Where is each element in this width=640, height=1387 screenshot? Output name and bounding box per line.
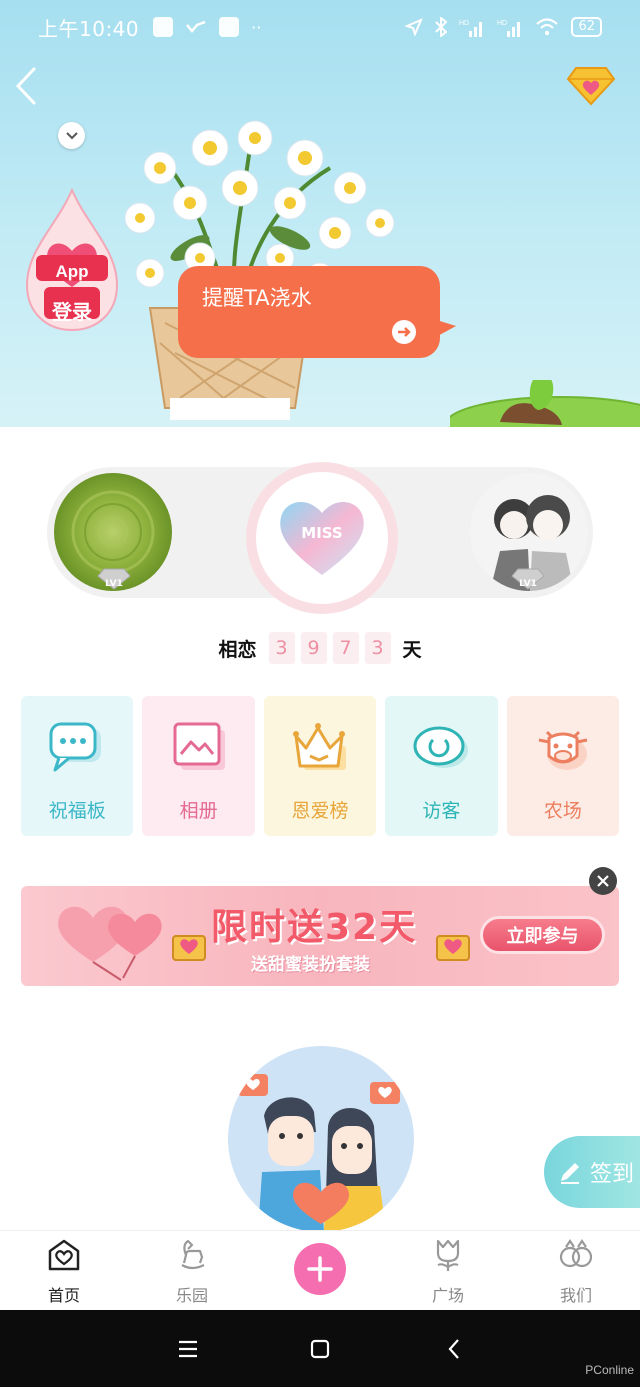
days-digit: 3 (364, 632, 391, 664)
system-navigation-bar: PConline (0, 1310, 640, 1387)
seedling-hill (450, 380, 640, 427)
hero-banner: 上午10:40 ·· HD HD 62 App 登录 提醒TA浇水 (0, 0, 640, 427)
water-reminder-bubble[interactable]: 提醒TA浇水 (178, 266, 440, 358)
arrow-right-icon (392, 320, 416, 344)
days-unit: 天 (402, 638, 422, 661)
bluetooth-icon (435, 17, 448, 37)
partner-level-label: LV1 (519, 579, 537, 589)
feature-photo-album[interactable]: 相册 (142, 696, 255, 836)
home-icon[interactable] (305, 1334, 335, 1364)
location-icon (405, 18, 424, 36)
rocking-horse-icon (181, 1239, 205, 1270)
feature-visitors[interactable]: 访客 (385, 696, 498, 836)
miss-heart-icon[interactable]: MISS (275, 493, 369, 579)
add-button[interactable] (294, 1243, 346, 1295)
notification-app-icon (219, 17, 240, 37)
crown-icon (293, 723, 347, 770)
days-digit: 3 (268, 632, 295, 664)
back-nav-icon[interactable] (440, 1334, 470, 1364)
feature-label: 恩爱榜 (291, 800, 349, 822)
miss-label: MISS (301, 524, 342, 542)
photo-album-icon (173, 722, 225, 770)
feature-label: 访客 (422, 800, 461, 822)
signal-icon: HD (459, 20, 483, 37)
tab-label: 乐园 (175, 1286, 208, 1305)
signal-icon: HD (497, 20, 521, 37)
chevron-down-icon[interactable] (58, 122, 85, 149)
promo-subtitle: 送甜蜜装扮套装 (251, 955, 370, 975)
status-notification-icons: ·· (153, 17, 261, 37)
pencil-icon (561, 1163, 579, 1184)
check-in-button[interactable]: 签到 (544, 1136, 640, 1208)
love-days-counter: 相恋 3 9 7 3 天 (0, 632, 640, 664)
message-bubble-icon (49, 722, 102, 772)
more-dots-icon: ·· (251, 17, 262, 37)
feature-label: 农场 (543, 800, 582, 822)
status-time: 上午10:40 (38, 16, 140, 41)
close-icon[interactable] (589, 867, 617, 895)
app-login-label-app: App (55, 262, 89, 281)
feature-grid: 祝福板 相册 恩爱榜 访客 农场 (21, 696, 620, 836)
notification-app-icon (153, 17, 174, 37)
status-bar: 上午10:40 ·· HD HD 62 (0, 0, 640, 54)
svg-text:HD: HD (459, 20, 469, 27)
feature-blessing-board[interactable]: 祝福板 (21, 696, 134, 836)
eye-icon (413, 726, 469, 768)
tab-square[interactable]: 广场 (384, 1231, 512, 1311)
battery-indicator: 62 (571, 17, 602, 37)
envelope-icon (172, 935, 206, 961)
promo-title: 限时送32天 (211, 907, 418, 948)
bubble-tail (430, 318, 456, 338)
cow-icon (538, 730, 588, 770)
promo-banner[interactable]: 限时送32天 送甜蜜装扮套装 立即参与 (21, 886, 619, 986)
days-digit: 9 (300, 632, 327, 664)
tab-us[interactable]: 我们 (512, 1231, 640, 1311)
tab-park[interactable]: 乐园 (128, 1231, 256, 1311)
tab-label: 我们 (559, 1286, 592, 1305)
app-login-label-login: 登录 (52, 300, 92, 324)
watermark-logo: PConline (585, 1363, 634, 1377)
plus-icon (307, 1256, 333, 1282)
tab-home[interactable]: 首页 (0, 1231, 128, 1311)
check-in-label: 签到 (590, 1162, 635, 1187)
my-level-label: LV1 (105, 579, 123, 589)
days-digit: 7 (332, 632, 359, 664)
feature-love-ranking[interactable]: 恩爱榜 (263, 696, 377, 836)
tulip-icon (436, 1239, 460, 1271)
diamond-icon[interactable] (566, 64, 616, 106)
rings-icon (559, 1239, 593, 1268)
hearts-balloon-icon (58, 906, 162, 981)
status-right: HD HD 62 (405, 17, 602, 37)
wifi-icon (536, 18, 559, 36)
svg-text:HD: HD (497, 20, 507, 27)
water-reminder-text: 提醒TA浇水 (202, 286, 312, 310)
tab-label: 广场 (431, 1286, 464, 1305)
feature-label: 祝福板 (48, 800, 106, 822)
home-heart-icon (48, 1239, 80, 1271)
envelope-icon (436, 935, 470, 961)
feature-farm[interactable]: 农场 (506, 696, 620, 836)
back-icon[interactable] (12, 66, 40, 106)
feature-label: 相册 (179, 800, 218, 822)
tab-label: 首页 (47, 1286, 80, 1305)
couple-illustration (228, 1046, 414, 1232)
check-icon (186, 20, 206, 33)
promo-join-button[interactable]: 立即参与 (480, 916, 605, 954)
days-label: 相恋 (218, 638, 257, 661)
menu-icon[interactable] (173, 1334, 203, 1364)
